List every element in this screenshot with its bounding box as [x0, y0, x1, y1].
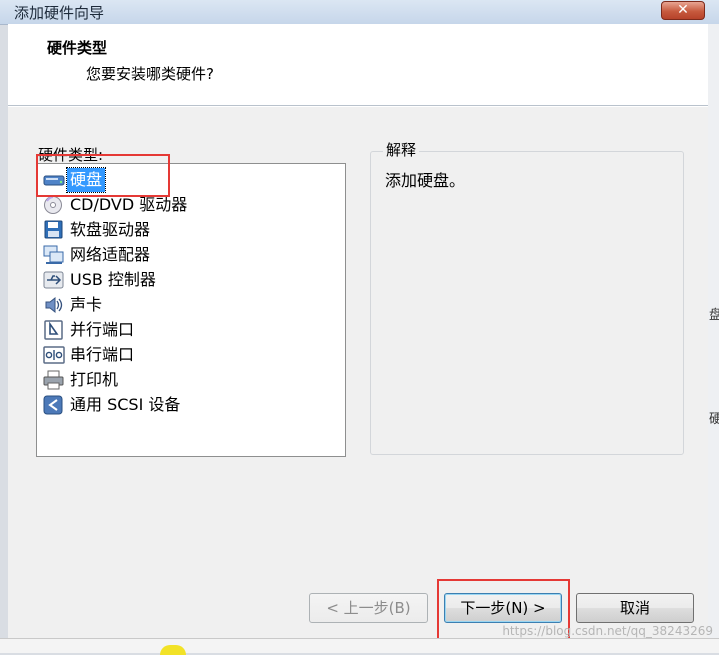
explanation-group: 解释 添加硬盘。: [370, 139, 684, 455]
list-item-usb[interactable]: USB 控制器: [43, 268, 159, 292]
serial-port-label: 串行端口: [70, 345, 135, 364]
printer-icon: [43, 370, 64, 390]
network-adapter-label: 网络适配器: [70, 245, 151, 264]
printer-label: 打印机: [70, 370, 119, 389]
explanation-legend: 解释: [383, 139, 420, 160]
highlight-box-hard-disk: [36, 154, 170, 197]
explanation-text: 添加硬盘。: [385, 171, 466, 190]
cancel-button[interactable]: 取消: [576, 593, 694, 623]
list-item-scsi[interactable]: 通用 SCSI 设备: [43, 393, 183, 417]
page-title: 硬件类型: [47, 39, 108, 57]
floppy-icon: [44, 220, 63, 239]
parallel-port-icon: [44, 320, 63, 340]
list-item-floppy[interactable]: 软盘驱动器: [43, 218, 153, 242]
sound-card-icon: [45, 296, 63, 314]
page-subtitle: 您要安装哪类硬件?: [86, 65, 214, 83]
list-item-serial-port[interactable]: 串行端口: [43, 343, 137, 367]
title-bar: 添加硬件向导 ✕: [0, 0, 719, 25]
background-window-edge: [708, 24, 719, 652]
list-item-sound-card[interactable]: 声卡: [43, 293, 105, 317]
network-adapter-icon: [43, 245, 64, 264]
background-glyph: 硬: [709, 412, 719, 427]
window-title: 添加硬件向导: [14, 4, 105, 22]
cursor-highlight: [160, 645, 186, 655]
background-window-bottom: [0, 638, 719, 653]
watermark: https://blog.csdn.net/qq_38243269: [502, 624, 713, 638]
back-button[interactable]: < 上一步(B): [309, 593, 428, 623]
background-glyph: 盘: [709, 308, 719, 323]
scsi-icon: [43, 395, 63, 415]
usb-label: USB 控制器: [70, 270, 156, 289]
wizard-header: 硬件类型 您要安装哪类硬件?: [8, 24, 708, 106]
close-button[interactable]: ✕: [661, 1, 705, 20]
cd-dvd-icon: [44, 196, 62, 214]
usb-icon: [43, 271, 64, 289]
sound-card-label: 声卡: [70, 295, 103, 314]
list-item-parallel-port[interactable]: 并行端口: [43, 318, 137, 342]
hardware-type-list[interactable]: 硬盘 CD/DVD 驱动器 软盘驱动器 网络适配器 USB 控制器 声卡 并行端…: [36, 163, 346, 457]
parallel-port-label: 并行端口: [70, 320, 135, 339]
wizard-body: 硬件类型: 硬盘 CD/DVD 驱动器 软盘驱动器 网络适配器 USB 控制器 …: [8, 106, 708, 642]
floppy-label: 软盘驱动器: [70, 220, 151, 239]
serial-port-icon: [43, 346, 65, 364]
list-item-network-adapter[interactable]: 网络适配器: [43, 243, 153, 267]
scsi-label: 通用 SCSI 设备: [70, 395, 181, 414]
list-item-printer[interactable]: 打印机: [43, 368, 121, 392]
